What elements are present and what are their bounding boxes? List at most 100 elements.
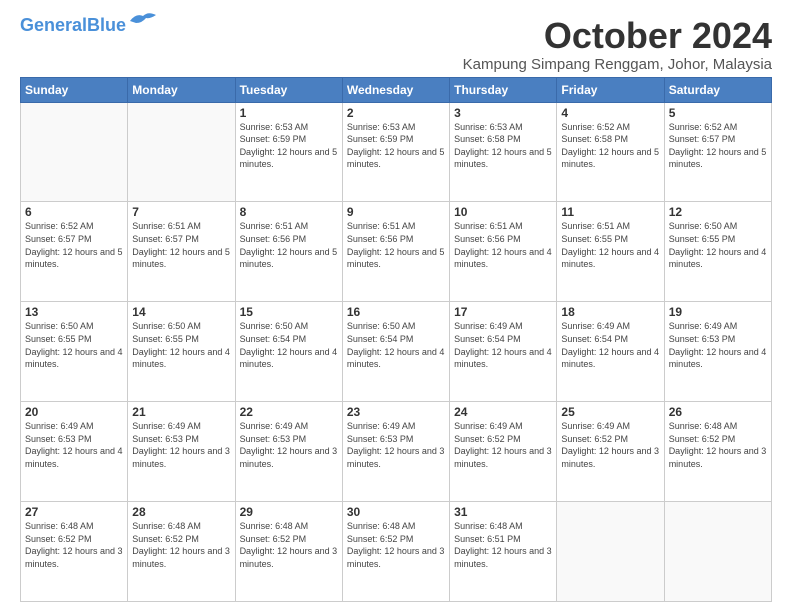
logo: GeneralBlue — [20, 16, 158, 34]
calendar-day-cell: 19Sunrise: 6:49 AM Sunset: 6:53 PM Dayli… — [664, 302, 771, 402]
calendar-day-cell: 16Sunrise: 6:50 AM Sunset: 6:54 PM Dayli… — [342, 302, 449, 402]
header: GeneralBlue October 2024 Kampung Simpang… — [20, 16, 772, 73]
day-info: Sunrise: 6:53 AM Sunset: 6:59 PM Dayligh… — [240, 121, 338, 171]
day-number: 18 — [561, 305, 659, 319]
calendar-day-cell: 17Sunrise: 6:49 AM Sunset: 6:54 PM Dayli… — [450, 302, 557, 402]
calendar-week-row: 27Sunrise: 6:48 AM Sunset: 6:52 PM Dayli… — [21, 502, 772, 602]
calendar-day-cell: 7Sunrise: 6:51 AM Sunset: 6:57 PM Daylig… — [128, 202, 235, 302]
calendar-day-cell: 6Sunrise: 6:52 AM Sunset: 6:57 PM Daylig… — [21, 202, 128, 302]
day-info: Sunrise: 6:49 AM Sunset: 6:53 PM Dayligh… — [132, 420, 230, 470]
day-number: 21 — [132, 405, 230, 419]
weekday-header-cell: Sunday — [21, 77, 128, 102]
day-number: 1 — [240, 106, 338, 120]
weekday-header-cell: Tuesday — [235, 77, 342, 102]
calendar-day-cell — [128, 102, 235, 202]
day-info: Sunrise: 6:49 AM Sunset: 6:53 PM Dayligh… — [240, 420, 338, 470]
day-info: Sunrise: 6:48 AM Sunset: 6:52 PM Dayligh… — [25, 520, 123, 570]
calendar-day-cell: 1Sunrise: 6:53 AM Sunset: 6:59 PM Daylig… — [235, 102, 342, 202]
day-number: 23 — [347, 405, 445, 419]
day-number: 11 — [561, 205, 659, 219]
calendar-week-row: 13Sunrise: 6:50 AM Sunset: 6:55 PM Dayli… — [21, 302, 772, 402]
calendar-week-row: 1Sunrise: 6:53 AM Sunset: 6:59 PM Daylig… — [21, 102, 772, 202]
day-number: 5 — [669, 106, 767, 120]
calendar-day-cell: 24Sunrise: 6:49 AM Sunset: 6:52 PM Dayli… — [450, 402, 557, 502]
weekday-header-cell: Wednesday — [342, 77, 449, 102]
calendar-day-cell: 29Sunrise: 6:48 AM Sunset: 6:52 PM Dayli… — [235, 502, 342, 602]
logo-bird-icon — [128, 11, 158, 31]
day-info: Sunrise: 6:49 AM Sunset: 6:53 PM Dayligh… — [25, 420, 123, 470]
logo-blue: Blue — [87, 15, 126, 35]
day-number: 25 — [561, 405, 659, 419]
day-info: Sunrise: 6:48 AM Sunset: 6:52 PM Dayligh… — [132, 520, 230, 570]
day-info: Sunrise: 6:52 AM Sunset: 6:58 PM Dayligh… — [561, 121, 659, 171]
calendar-day-cell — [21, 102, 128, 202]
calendar-day-cell — [557, 502, 664, 602]
day-number: 7 — [132, 205, 230, 219]
day-number: 4 — [561, 106, 659, 120]
day-info: Sunrise: 6:50 AM Sunset: 6:55 PM Dayligh… — [669, 220, 767, 270]
day-info: Sunrise: 6:52 AM Sunset: 6:57 PM Dayligh… — [669, 121, 767, 171]
day-number: 30 — [347, 505, 445, 519]
calendar-day-cell: 14Sunrise: 6:50 AM Sunset: 6:55 PM Dayli… — [128, 302, 235, 402]
day-info: Sunrise: 6:50 AM Sunset: 6:55 PM Dayligh… — [25, 320, 123, 370]
day-info: Sunrise: 6:52 AM Sunset: 6:57 PM Dayligh… — [25, 220, 123, 270]
day-number: 3 — [454, 106, 552, 120]
calendar-body: 1Sunrise: 6:53 AM Sunset: 6:59 PM Daylig… — [21, 102, 772, 601]
logo-text: GeneralBlue — [20, 16, 126, 34]
calendar-day-cell: 28Sunrise: 6:48 AM Sunset: 6:52 PM Dayli… — [128, 502, 235, 602]
day-number: 22 — [240, 405, 338, 419]
calendar-day-cell: 18Sunrise: 6:49 AM Sunset: 6:54 PM Dayli… — [557, 302, 664, 402]
title-section: October 2024 Kampung Simpang Renggam, Jo… — [463, 16, 772, 73]
day-number: 13 — [25, 305, 123, 319]
calendar-day-cell: 25Sunrise: 6:49 AM Sunset: 6:52 PM Dayli… — [557, 402, 664, 502]
day-info: Sunrise: 6:53 AM Sunset: 6:58 PM Dayligh… — [454, 121, 552, 171]
day-info: Sunrise: 6:51 AM Sunset: 6:55 PM Dayligh… — [561, 220, 659, 270]
day-info: Sunrise: 6:48 AM Sunset: 6:52 PM Dayligh… — [347, 520, 445, 570]
calendar-day-cell: 10Sunrise: 6:51 AM Sunset: 6:56 PM Dayli… — [450, 202, 557, 302]
calendar-day-cell — [664, 502, 771, 602]
day-info: Sunrise: 6:51 AM Sunset: 6:57 PM Dayligh… — [132, 220, 230, 270]
day-info: Sunrise: 6:49 AM Sunset: 6:54 PM Dayligh… — [454, 320, 552, 370]
weekday-header-cell: Monday — [128, 77, 235, 102]
calendar-day-cell: 11Sunrise: 6:51 AM Sunset: 6:55 PM Dayli… — [557, 202, 664, 302]
day-number: 17 — [454, 305, 552, 319]
calendar-week-row: 20Sunrise: 6:49 AM Sunset: 6:53 PM Dayli… — [21, 402, 772, 502]
day-number: 9 — [347, 205, 445, 219]
day-info: Sunrise: 6:49 AM Sunset: 6:52 PM Dayligh… — [561, 420, 659, 470]
calendar-day-cell: 26Sunrise: 6:48 AM Sunset: 6:52 PM Dayli… — [664, 402, 771, 502]
calendar-day-cell: 3Sunrise: 6:53 AM Sunset: 6:58 PM Daylig… — [450, 102, 557, 202]
calendar-day-cell: 8Sunrise: 6:51 AM Sunset: 6:56 PM Daylig… — [235, 202, 342, 302]
day-number: 26 — [669, 405, 767, 419]
calendar-day-cell: 21Sunrise: 6:49 AM Sunset: 6:53 PM Dayli… — [128, 402, 235, 502]
logo-general: General — [20, 15, 87, 35]
day-number: 28 — [132, 505, 230, 519]
day-info: Sunrise: 6:48 AM Sunset: 6:52 PM Dayligh… — [669, 420, 767, 470]
day-number: 20 — [25, 405, 123, 419]
calendar-day-cell: 22Sunrise: 6:49 AM Sunset: 6:53 PM Dayli… — [235, 402, 342, 502]
page: GeneralBlue October 2024 Kampung Simpang… — [0, 0, 792, 612]
day-info: Sunrise: 6:48 AM Sunset: 6:52 PM Dayligh… — [240, 520, 338, 570]
calendar-day-cell: 20Sunrise: 6:49 AM Sunset: 6:53 PM Dayli… — [21, 402, 128, 502]
calendar-week-row: 6Sunrise: 6:52 AM Sunset: 6:57 PM Daylig… — [21, 202, 772, 302]
month-title: October 2024 — [463, 16, 772, 56]
calendar-day-cell: 4Sunrise: 6:52 AM Sunset: 6:58 PM Daylig… — [557, 102, 664, 202]
calendar-day-cell: 31Sunrise: 6:48 AM Sunset: 6:51 PM Dayli… — [450, 502, 557, 602]
day-info: Sunrise: 6:51 AM Sunset: 6:56 PM Dayligh… — [454, 220, 552, 270]
calendar-day-cell: 9Sunrise: 6:51 AM Sunset: 6:56 PM Daylig… — [342, 202, 449, 302]
weekday-header-row: SundayMondayTuesdayWednesdayThursdayFrid… — [21, 77, 772, 102]
day-number: 16 — [347, 305, 445, 319]
day-info: Sunrise: 6:49 AM Sunset: 6:53 PM Dayligh… — [347, 420, 445, 470]
calendar-day-cell: 27Sunrise: 6:48 AM Sunset: 6:52 PM Dayli… — [21, 502, 128, 602]
day-number: 14 — [132, 305, 230, 319]
day-info: Sunrise: 6:51 AM Sunset: 6:56 PM Dayligh… — [240, 220, 338, 270]
day-info: Sunrise: 6:53 AM Sunset: 6:59 PM Dayligh… — [347, 121, 445, 171]
location-title: Kampung Simpang Renggam, Johor, Malaysia — [463, 56, 772, 73]
weekday-header-cell: Thursday — [450, 77, 557, 102]
day-number: 15 — [240, 305, 338, 319]
day-number: 24 — [454, 405, 552, 419]
weekday-header-cell: Friday — [557, 77, 664, 102]
day-info: Sunrise: 6:50 AM Sunset: 6:54 PM Dayligh… — [240, 320, 338, 370]
day-number: 27 — [25, 505, 123, 519]
calendar-day-cell: 13Sunrise: 6:50 AM Sunset: 6:55 PM Dayli… — [21, 302, 128, 402]
calendar-day-cell: 30Sunrise: 6:48 AM Sunset: 6:52 PM Dayli… — [342, 502, 449, 602]
